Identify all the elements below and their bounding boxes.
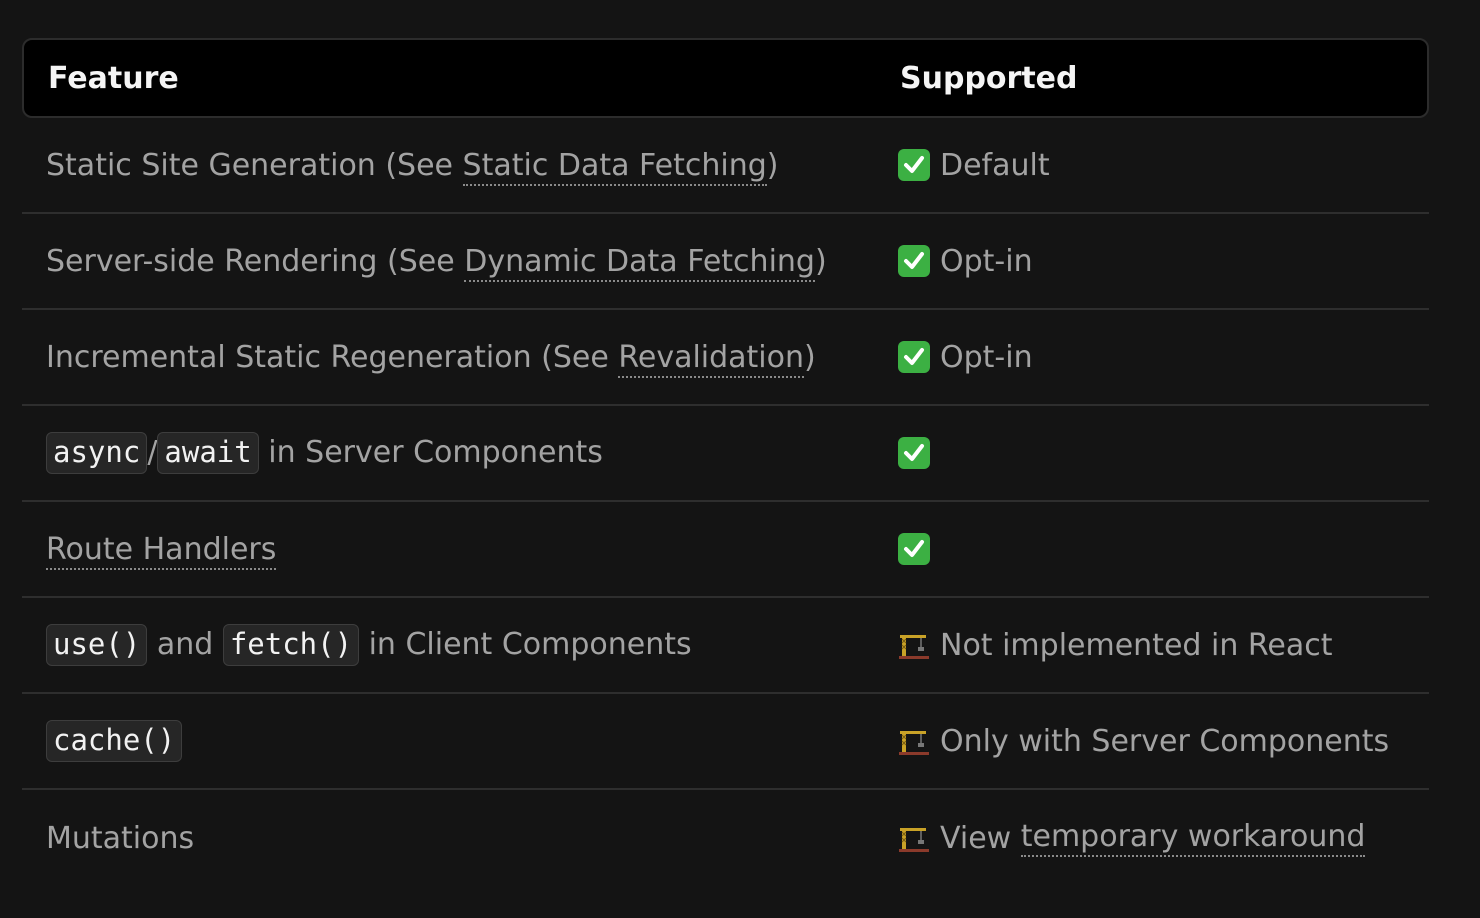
feature-text: Server-side Rendering (See (46, 243, 465, 279)
table-row: Route Handlers (22, 502, 1429, 598)
status-text: Not implemented in React (940, 627, 1333, 663)
code-await: await (157, 432, 259, 474)
feature-text: and (147, 627, 223, 662)
feature-text: in Client Components (359, 627, 692, 662)
check-icon (898, 341, 930, 373)
feature-support-table: Feature Supported Static Site Generation… (22, 38, 1429, 886)
code-fetch: fetch() (222, 624, 360, 666)
check-icon (898, 149, 930, 181)
feature-text: ) (814, 243, 827, 279)
feature-text: ) (766, 147, 779, 183)
check-icon (898, 437, 930, 469)
separator: / (147, 435, 158, 470)
status-text: Opt-in (940, 339, 1033, 375)
status-text: Opt-in (940, 243, 1033, 279)
table-row: cache() Only with Server Components (22, 694, 1429, 790)
table-row: use() and fetch() in Client Components N… (22, 598, 1429, 694)
header-supported: Supported (900, 60, 1078, 96)
feature-text: Incremental Static Regeneration (See (46, 339, 619, 375)
route-handlers-link[interactable]: Route Handlers (46, 531, 277, 570)
status-text: Default (940, 147, 1050, 183)
table-row: Incremental Static Regeneration (See Rev… (22, 310, 1429, 406)
header-feature: Feature (48, 60, 179, 96)
check-icon (898, 533, 930, 565)
status-text: Only with Server Components (940, 723, 1390, 759)
crane-icon (898, 725, 930, 757)
revalidation-link[interactable]: Revalidation (618, 339, 805, 378)
table-header: Feature Supported (22, 38, 1429, 118)
dynamic-data-fetching-link[interactable]: Dynamic Data Fetching (464, 243, 815, 282)
crane-icon (898, 629, 930, 661)
status-text: View (940, 820, 1021, 856)
code-cache: cache() (46, 720, 183, 762)
temporary-workaround-link[interactable]: temporary workaround (1020, 819, 1366, 857)
feature-text: in Server Components (258, 435, 603, 470)
code-async: async (46, 432, 148, 474)
crane-icon (898, 822, 930, 854)
table-row: Static Site Generation (See Static Data … (22, 118, 1429, 214)
table-row: Server-side Rendering (See Dynamic Data … (22, 214, 1429, 310)
static-data-fetching-link[interactable]: Static Data Fetching (462, 147, 767, 186)
code-use: use() (46, 624, 148, 666)
feature-text: Mutations (46, 820, 195, 856)
check-icon (898, 245, 930, 277)
feature-text: ) (804, 339, 816, 375)
feature-text: Static Site Generation (See (46, 147, 463, 183)
table-row: async / await in Server Components (22, 406, 1429, 502)
table-row: Mutations View temporary workaround (22, 790, 1429, 886)
